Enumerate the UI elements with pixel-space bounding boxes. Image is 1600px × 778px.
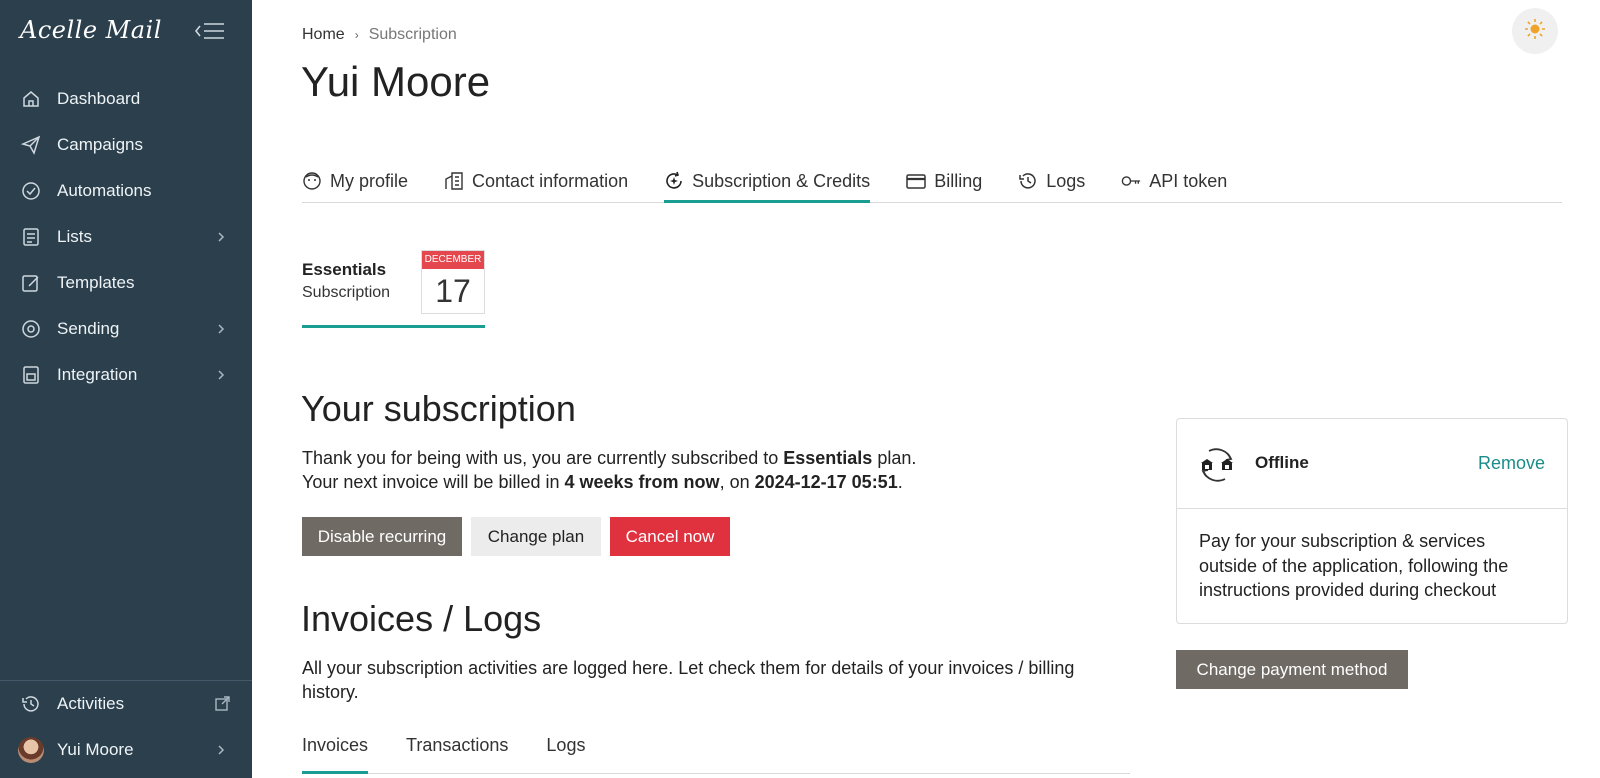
sidebar-item-label: Templates <box>57 273 135 292</box>
home-icon <box>20 88 42 110</box>
profile-tabs: My profile Contact information Subscript… <box>302 160 1562 203</box>
tab-label: Contact information <box>472 170 629 191</box>
tab-label: API token <box>1149 170 1228 191</box>
automation-icon <box>20 180 42 202</box>
calendar-day: 17 <box>435 273 471 309</box>
text-segment: , on <box>719 472 755 492</box>
page-title: Yui Moore <box>301 58 491 105</box>
tab-billing[interactable]: Billing <box>906 160 982 202</box>
sidebar: Acelle Mail Dashboard Campaigns Automati… <box>0 0 252 778</box>
calendar-date: DECEMBER 17 <box>421 250 485 314</box>
payment-method-header: Offline Remove <box>1177 419 1567 509</box>
tab-logs[interactable]: Logs <box>1018 160 1085 202</box>
chevron-right-icon: › <box>354 28 359 42</box>
sidebar-nav: Dashboard Campaigns Automations Lists Te… <box>0 76 252 398</box>
cancel-now-button[interactable]: Cancel now <box>610 517 730 556</box>
avatar <box>18 737 44 763</box>
template-icon <box>20 272 42 294</box>
next-invoice-line: Your next invoice will be billed in 4 we… <box>302 470 903 494</box>
text-segment: Thank you for being with us, you are cur… <box>302 448 784 468</box>
integration-icon <box>20 364 42 386</box>
plan-name: Essentials <box>302 260 387 279</box>
sidebar-item-label: Automations <box>57 181 152 200</box>
invoices-description: All your subscription activities are log… <box>302 658 1075 702</box>
tab-label: My profile <box>330 170 409 191</box>
tab-invoices[interactable]: Invoices <box>302 734 369 774</box>
send-icon <box>20 134 42 156</box>
building-icon <box>444 171 464 191</box>
bank-transfer-icon <box>1197 445 1237 485</box>
sidebar-item-label: Campaigns <box>57 135 143 154</box>
sun-icon <box>1524 18 1546 45</box>
sidebar-item-label: Lists <box>57 227 92 246</box>
tab-subscription-credits[interactable]: Subscription & Credits <box>664 160 871 203</box>
history-icon <box>1018 171 1038 191</box>
sidebar-user-menu[interactable]: Yui Moore <box>0 727 252 773</box>
sidebar-item-label: Activities <box>57 694 125 713</box>
key-icon <box>1121 171 1141 191</box>
tab-invoice-logs[interactable]: Logs <box>546 734 585 773</box>
sidebar-item-label: Sending <box>57 319 120 338</box>
plan-subtitle: Subscription <box>302 284 391 301</box>
subscription-status-line: Thank you for being with us, you are cur… <box>302 446 916 470</box>
invoice-tabs: Invoices Transactions Logs <box>302 734 1130 774</box>
breadcrumb: Home › Subscription <box>302 26 457 44</box>
change-payment-method-button[interactable]: Change payment method <box>1176 650 1408 689</box>
sidebar-collapse-icon[interactable] <box>194 20 226 42</box>
tab-label: Logs <box>1046 170 1086 191</box>
sidebar-item-activities[interactable]: Activities <box>0 681 252 727</box>
sidebar-item-label: Integration <box>57 365 138 384</box>
invoices-title: Invoices / Logs <box>301 598 542 639</box>
list-icon <box>20 226 42 248</box>
invoice-period: 4 weeks from now <box>564 472 720 492</box>
subscription-icon <box>664 171 684 191</box>
tab-my-profile[interactable]: My profile <box>302 160 408 202</box>
sidebar-item-integration[interactable]: Integration <box>0 352 252 398</box>
chevron-right-icon <box>216 229 226 245</box>
subscription-title: Your subscription <box>301 388 576 429</box>
theme-toggle-button[interactable] <box>1512 8 1558 54</box>
sending-icon <box>20 318 42 340</box>
breadcrumb-home[interactable]: Home <box>302 26 345 44</box>
sidebar-item-lists[interactable]: Lists <box>0 214 252 260</box>
sidebar-item-automations[interactable]: Automations <box>0 168 252 214</box>
payment-method-card: Offline Remove Pay for your subscription… <box>1176 418 1568 624</box>
chevron-right-icon <box>216 742 226 758</box>
tab-transactions[interactable]: Transactions <box>406 734 508 773</box>
app-logo[interactable]: Acelle Mail <box>20 16 162 44</box>
change-plan-button[interactable]: Change plan <box>471 517 601 556</box>
payment-method-name: Offline <box>1255 453 1309 472</box>
sidebar-user-name: Yui Moore <box>57 740 134 759</box>
external-link-icon <box>214 696 230 712</box>
face-icon <box>302 171 322 191</box>
credit-card-icon <box>906 171 926 191</box>
payment-method-description: Pay for your subscription & services out… <box>1199 531 1509 600</box>
sidebar-item-campaigns[interactable]: Campaigns <box>0 122 252 168</box>
sidebar-item-label: Dashboard <box>57 89 141 108</box>
invoice-date: 2024-12-17 05:51 <box>754 472 898 492</box>
breadcrumb-current: Subscription <box>368 26 457 43</box>
tab-contact-information[interactable]: Contact information <box>444 160 628 202</box>
plan-summary[interactable]: Essentials Subscription DECEMBER 17 <box>302 248 485 328</box>
calendar-month: DECEMBER <box>422 251 484 269</box>
tab-label: Billing <box>934 170 983 191</box>
chevron-right-icon <box>216 367 226 383</box>
remove-payment-link[interactable]: Remove <box>1478 453 1545 474</box>
sidebar-item-templates[interactable]: Templates <box>0 260 252 306</box>
chevron-right-icon <box>216 321 226 337</box>
tab-label: Subscription & Credits <box>692 170 871 191</box>
history-icon <box>20 693 42 715</box>
sidebar-footer: Activities Yui Moore <box>0 680 252 773</box>
text-segment: Your next invoice will be billed in <box>302 472 565 492</box>
sidebar-item-sending[interactable]: Sending <box>0 306 252 352</box>
text-segment: plan. <box>872 448 917 468</box>
plan-name-inline: Essentials <box>783 448 873 468</box>
sidebar-item-dashboard[interactable]: Dashboard <box>0 76 252 122</box>
text-segment: . <box>897 472 903 492</box>
tab-api-token[interactable]: API token <box>1121 160 1227 202</box>
disable-recurring-button[interactable]: Disable recurring <box>302 517 462 556</box>
